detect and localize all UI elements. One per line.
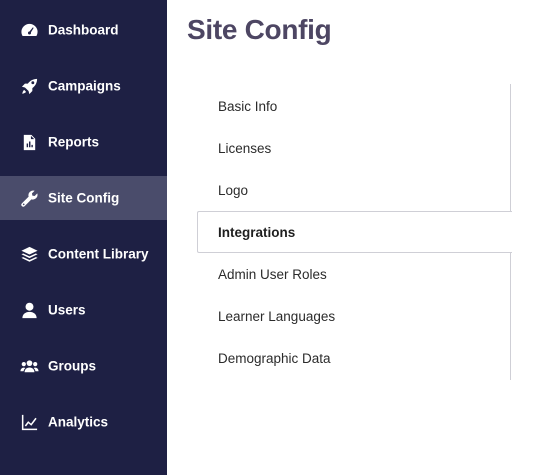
sidebar-item-label: Reports — [48, 134, 100, 150]
sidebar-item-analytics[interactable]: Analytics — [0, 400, 167, 444]
tab-learner-languages[interactable]: Learner Languages — [197, 295, 511, 337]
report-document-icon — [19, 132, 39, 152]
tab-label: Licenses — [218, 140, 272, 156]
sidebar-item-label: Groups — [48, 358, 97, 374]
sidebar-item-label: Analytics — [48, 414, 109, 430]
tab-licenses[interactable]: Licenses — [197, 127, 511, 169]
tab-integrations[interactable]: Integrations — [197, 211, 512, 253]
sidebar-item-label: Users — [48, 302, 86, 318]
layers-icon — [19, 244, 39, 264]
tab-label: Logo — [218, 182, 249, 198]
sidebar-item-label: Content Library — [48, 246, 149, 262]
page-title: Site Config — [187, 14, 332, 45]
tab-admin-user-roles[interactable]: Admin User Roles — [197, 253, 511, 295]
tab-basic-info[interactable]: Basic Info — [197, 85, 511, 127]
wrench-icon — [19, 188, 39, 208]
tab-label: Demographic Data — [218, 350, 331, 366]
tab-logo[interactable]: Logo — [197, 169, 511, 211]
sidebar-item-groups[interactable]: Groups — [0, 344, 167, 388]
tab-label: Integrations — [218, 224, 296, 240]
sidebar-item-label: Campaigns — [48, 78, 121, 94]
dashboard-gauge-icon — [19, 20, 39, 40]
tab-label: Basic Info — [218, 98, 278, 114]
sidebar-item-users[interactable]: Users — [0, 288, 167, 332]
user-icon — [19, 300, 39, 320]
sidebar-item-label: Site Config — [48, 190, 120, 206]
sidebar-item-site-config[interactable]: Site Config — [0, 176, 167, 220]
sidebar: Dashboard Campaigns Reports Site Config … — [0, 0, 167, 475]
tab-label: Learner Languages — [218, 308, 336, 324]
tab-label: Admin User Roles — [218, 266, 327, 282]
tab-demographic-data[interactable]: Demographic Data — [197, 337, 511, 379]
rocket-icon — [19, 76, 39, 96]
sidebar-item-label: Dashboard — [48, 22, 119, 38]
line-chart-icon — [19, 412, 39, 432]
sidebar-item-dashboard[interactable]: Dashboard — [0, 8, 167, 52]
sidebar-item-reports[interactable]: Reports — [0, 120, 167, 164]
sidebar-item-content-library[interactable]: Content Library — [0, 232, 167, 276]
sidebar-item-campaigns[interactable]: Campaigns — [0, 64, 167, 108]
users-group-icon — [19, 356, 39, 376]
